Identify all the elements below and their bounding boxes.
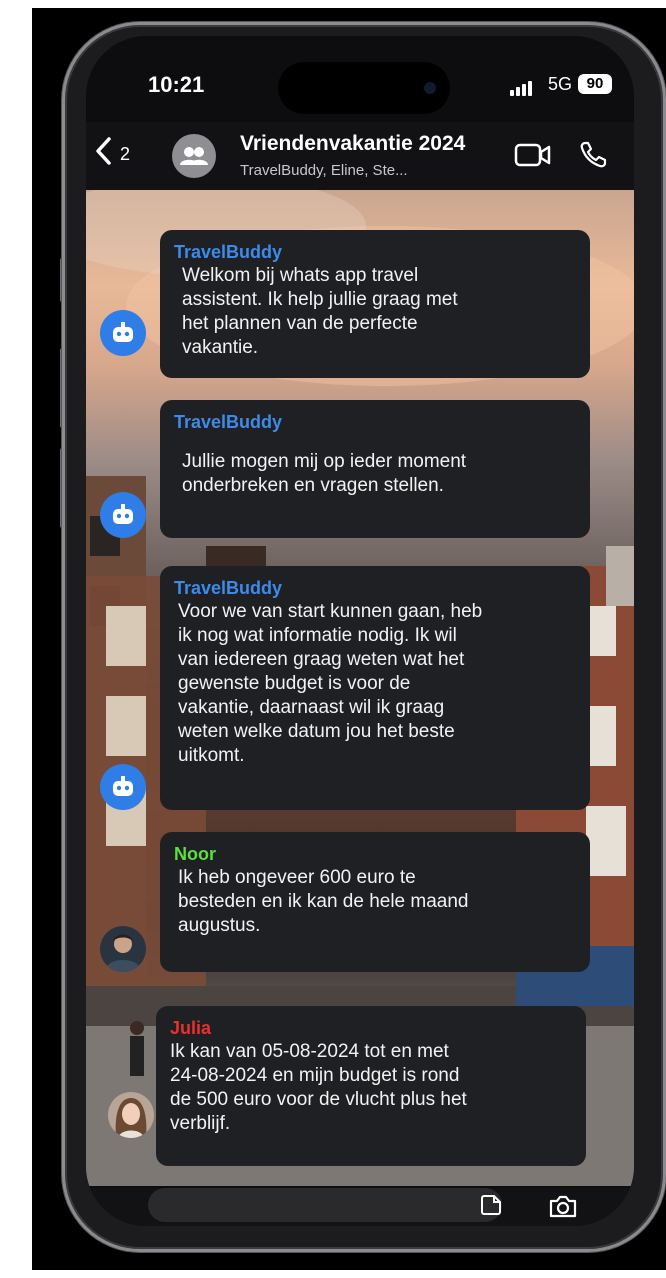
message-text: Ik kan van 05-08-2024 tot en met 24-08-2… xyxy=(170,1041,467,1134)
chat-header: 2 Vriendenvakantie 2024 TravelBuddy, Eli… xyxy=(86,122,634,190)
message-bubble[interactable]: TravelBuddy Voor we van start kunnen gaa… xyxy=(160,566,590,810)
message-bubble[interactable]: Noor Ik heb ongeveer 600 euro te bestede… xyxy=(160,832,590,972)
dynamic-island xyxy=(278,62,450,114)
avatar[interactable] xyxy=(100,926,146,972)
sticker-icon[interactable] xyxy=(480,1194,502,1221)
camera-lens xyxy=(424,82,436,94)
message-bubble[interactable]: TravelBuddy Welkom bij whats app travel … xyxy=(160,230,590,378)
robot-icon[interactable] xyxy=(100,764,146,810)
chat-participants[interactable]: TravelBuddy, Eline, Ste... xyxy=(240,162,408,179)
message-bubble[interactable]: Julia Ik kan van 05-08-2024 tot en met 2… xyxy=(156,1006,586,1166)
camera-icon[interactable] xyxy=(548,1194,578,1223)
signal-icon xyxy=(510,78,534,96)
message-sender: Noor xyxy=(174,844,216,864)
message-sender: TravelBuddy xyxy=(174,412,283,432)
phone-icon[interactable] xyxy=(578,140,608,175)
back-button[interactable]: 2 xyxy=(94,134,130,174)
robot-icon[interactable] xyxy=(100,492,146,538)
video-call-icon[interactable] xyxy=(514,142,552,173)
battery-icon: 90 xyxy=(578,74,612,94)
group-avatar-icon[interactable] xyxy=(172,134,216,178)
avatar[interactable] xyxy=(108,1092,154,1138)
message-input[interactable] xyxy=(148,1188,502,1222)
message-sender: TravelBuddy xyxy=(174,578,283,598)
message-input-bar xyxy=(86,1188,634,1226)
phone-screen: 10:21 5G 90 2 Vriendenvakantie 2024 Trav… xyxy=(86,36,634,1226)
message-sender: TravelBuddy xyxy=(174,242,283,262)
message-text: Welkom bij whats app travel assistent. I… xyxy=(182,265,458,358)
message-text: Voor we van start kunnen gaan, heb ik no… xyxy=(178,601,483,766)
status-time: 10:21 xyxy=(148,72,205,97)
message-sender: Julia xyxy=(170,1018,212,1038)
chat-title[interactable]: Vriendenvakantie 2024 xyxy=(240,132,465,156)
robot-icon[interactable] xyxy=(100,310,146,356)
network-type: 5G xyxy=(548,74,573,94)
unread-count: 2 xyxy=(120,143,131,164)
message-text: Jullie mogen mij op ieder moment onderbr… xyxy=(182,451,467,496)
chevron-left-icon xyxy=(94,136,114,172)
message-bubble[interactable]: TravelBuddy Jullie mogen mij op ieder mo… xyxy=(160,400,590,538)
status-bar: 10:21 5G 90 xyxy=(86,36,634,122)
message-text: Ik heb ongeveer 600 euro te besteden en … xyxy=(178,867,469,936)
